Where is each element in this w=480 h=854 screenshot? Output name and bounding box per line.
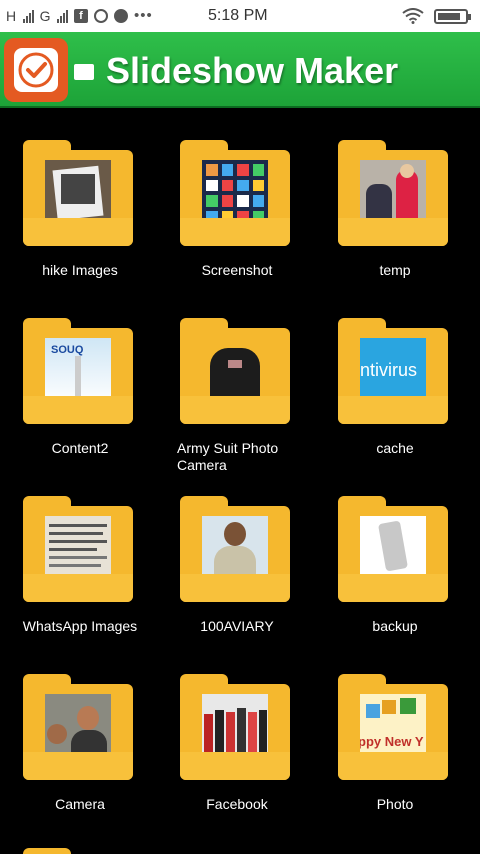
folder-icon: ntivirus <box>338 318 448 424</box>
clapperboard-icon <box>74 64 94 80</box>
phone-screen-thumbnail <box>202 160 268 226</box>
folder-item[interactable]: 100AVIARY <box>157 464 317 642</box>
folder-label: Content2 <box>51 440 109 456</box>
signal-icon <box>22 9 34 23</box>
car-selfie-thumbnail <box>45 694 111 760</box>
folder-item[interactable]: Facebook <box>157 642 317 820</box>
app-logo[interactable] <box>4 38 68 102</box>
folder-item[interactable]: backup <box>315 464 475 642</box>
antivirus-text: ntivirus <box>360 360 418 380</box>
folder-item[interactable]: Camera <box>0 642 160 820</box>
folder-item[interactable]: temp <box>315 108 475 286</box>
folder-icon <box>338 496 448 602</box>
status-left: H G f ••• <box>6 7 153 24</box>
folder-icon: SOUQ <box>23 318 133 424</box>
folder-item[interactable]: SOUQ Content2 <box>0 286 160 464</box>
folder-item[interactable]: WhatsApp Images <box>0 464 160 642</box>
folder-icon <box>180 318 290 424</box>
folder-icon: ppy New Y <box>338 674 448 780</box>
status-right <box>402 8 471 24</box>
signal-icon-2 <box>57 9 69 23</box>
folder-icon <box>23 496 133 602</box>
checkmark-icon <box>14 48 58 92</box>
folder-item[interactable]: hike Images <box>0 108 160 286</box>
folder-icon <box>180 674 290 780</box>
folder-item[interactable]: Army Suit Photo Camera <box>157 286 317 473</box>
battery-icon <box>434 8 471 24</box>
app-header: Slideshow Maker <box>0 32 480 108</box>
folder-item[interactable]: ntivirus cache <box>315 286 475 464</box>
folder-label: 100AVIARY <box>200 618 274 634</box>
folder-label: Facebook <box>206 796 268 812</box>
folder-icon <box>338 140 448 246</box>
folder-label: cache <box>376 440 414 456</box>
facebook-icon: f <box>74 8 89 23</box>
status-bar: H G f ••• 5:18 PM <box>0 0 480 32</box>
people-photo-thumbnail <box>360 160 426 226</box>
wifi-icon <box>402 8 424 24</box>
folder-item[interactable]: ppy New Y Photo <box>315 642 475 820</box>
group-photo-thumbnail <box>202 694 268 760</box>
folder-label: Photo <box>376 796 414 812</box>
phone-device-thumbnail <box>360 516 426 582</box>
antivirus-banner-thumbnail: ntivirus <box>360 338 426 404</box>
man-portrait-thumbnail <box>202 516 268 582</box>
more-notifications-icon: ••• <box>134 7 153 24</box>
folder-icon <box>180 140 290 246</box>
new-year-banner-thumbnail: ppy New Y <box>360 694 426 760</box>
folder-item[interactable]: Screenshot <box>157 108 317 286</box>
folder-label: Camera <box>55 796 105 812</box>
network-type-h: H <box>6 7 17 24</box>
network-type-g: G <box>39 7 52 24</box>
whatsapp-icon <box>94 8 109 23</box>
folder-icon-partial[interactable] <box>23 848 71 854</box>
photo-frame-thumbnail <box>45 160 111 226</box>
souq-text: SOUQ <box>51 344 84 356</box>
souq-banner-thumbnail: SOUQ <box>45 338 111 404</box>
clock: 5:18 PM <box>208 7 268 24</box>
folder-label: Screenshot <box>201 262 273 278</box>
new-year-text: ppy New Y <box>360 734 424 749</box>
messenger-icon <box>114 8 129 23</box>
app-title: Slideshow Maker <box>106 50 399 91</box>
folder-icon <box>23 140 133 246</box>
folder-label: hike Images <box>42 262 118 278</box>
army-suit-thumbnail <box>202 338 268 404</box>
folder-icon <box>23 674 133 780</box>
folder-icon <box>180 496 290 602</box>
folder-label: backup <box>372 618 418 634</box>
folder-label: WhatsApp Images <box>22 618 138 634</box>
folder-label: temp <box>379 262 411 278</box>
newspaper-thumbnail <box>45 516 111 582</box>
